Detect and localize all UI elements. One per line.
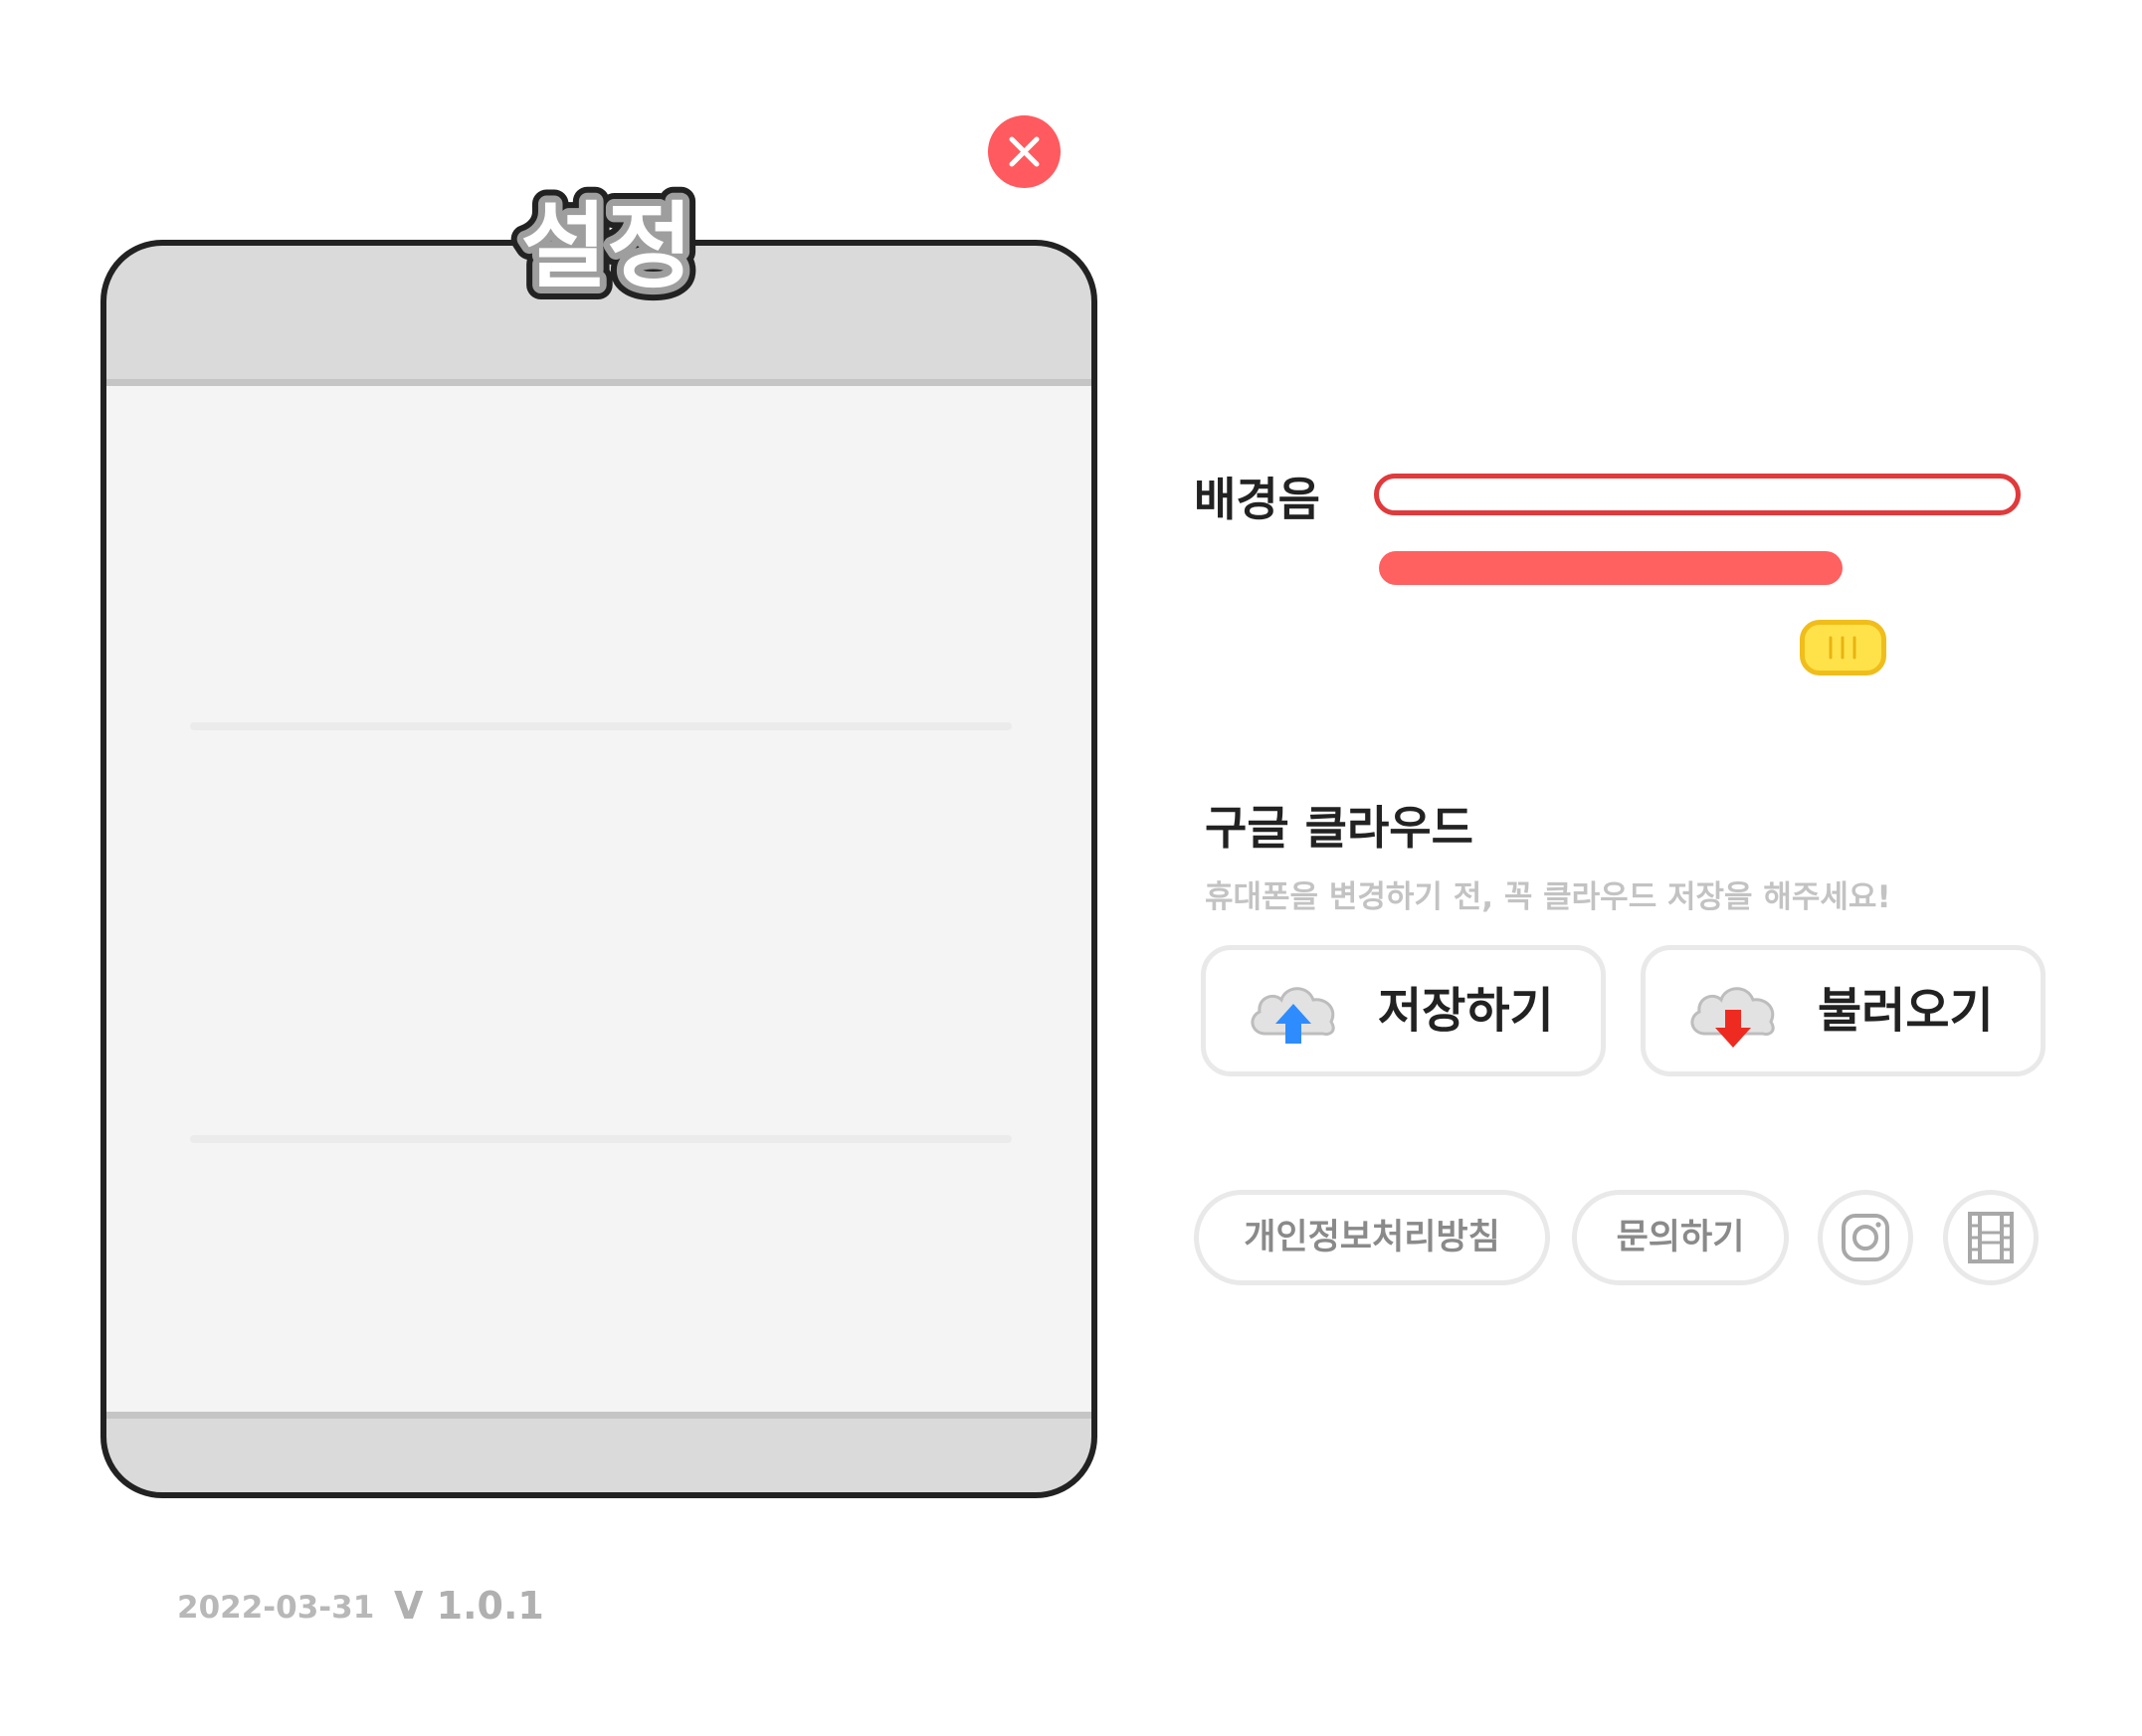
privacy-policy-label: 개인정보처리방침: [1244, 1218, 1500, 1257]
bgm-label: 배경음: [1194, 473, 1320, 526]
privacy-policy-button[interactable]: 개인정보처리방침: [1194, 1190, 1550, 1285]
cloud-section-subtitle: 휴대폰을 변경하기 전, 꼭 클라우드 저장을 해주세요!: [1205, 879, 1891, 915]
contact-button[interactable]: 문의하기: [1572, 1190, 1789, 1285]
settings-panel-body: [106, 379, 1091, 1419]
bgm-volume-handle[interactable]: [1800, 620, 1886, 675]
cloud-upload-icon: [1251, 987, 1335, 1044]
cloud-load-label: 불러오기: [1818, 983, 1994, 1039]
panel-divider: [190, 722, 1012, 730]
bgm-volume-track[interactable]: [1374, 474, 2021, 515]
panel-divider: [190, 1135, 1012, 1143]
cloud-download-icon: [1690, 987, 1775, 1048]
close-button[interactable]: [988, 115, 1061, 188]
instagram-button[interactable]: [1818, 1190, 1913, 1285]
dialog-title: 설정 설정 설정: [508, 180, 706, 306]
cloud-section-title: 구글 클라우드: [1205, 801, 1473, 855]
build-date: 2022-03-31: [177, 1590, 375, 1626]
close-icon: [1009, 136, 1040, 167]
bgm-volume-fill: [1379, 551, 1843, 585]
video-button[interactable]: [1943, 1190, 2039, 1285]
cloud-save-button[interactable]: 저장하기: [1201, 945, 1606, 1076]
instagram-icon: [1842, 1214, 1889, 1261]
dialog-title-text: 설정: [521, 193, 693, 301]
film-icon: [1968, 1212, 2014, 1263]
contact-label: 문의하기: [1616, 1218, 1745, 1257]
cloud-save-label: 저장하기: [1378, 983, 1554, 1039]
slider-grip-icon: [1829, 636, 1856, 660]
cloud-load-button[interactable]: 불러오기: [1641, 945, 2045, 1076]
app-version: V 1.0.1: [394, 1584, 544, 1628]
settings-panel: [100, 240, 1097, 1498]
